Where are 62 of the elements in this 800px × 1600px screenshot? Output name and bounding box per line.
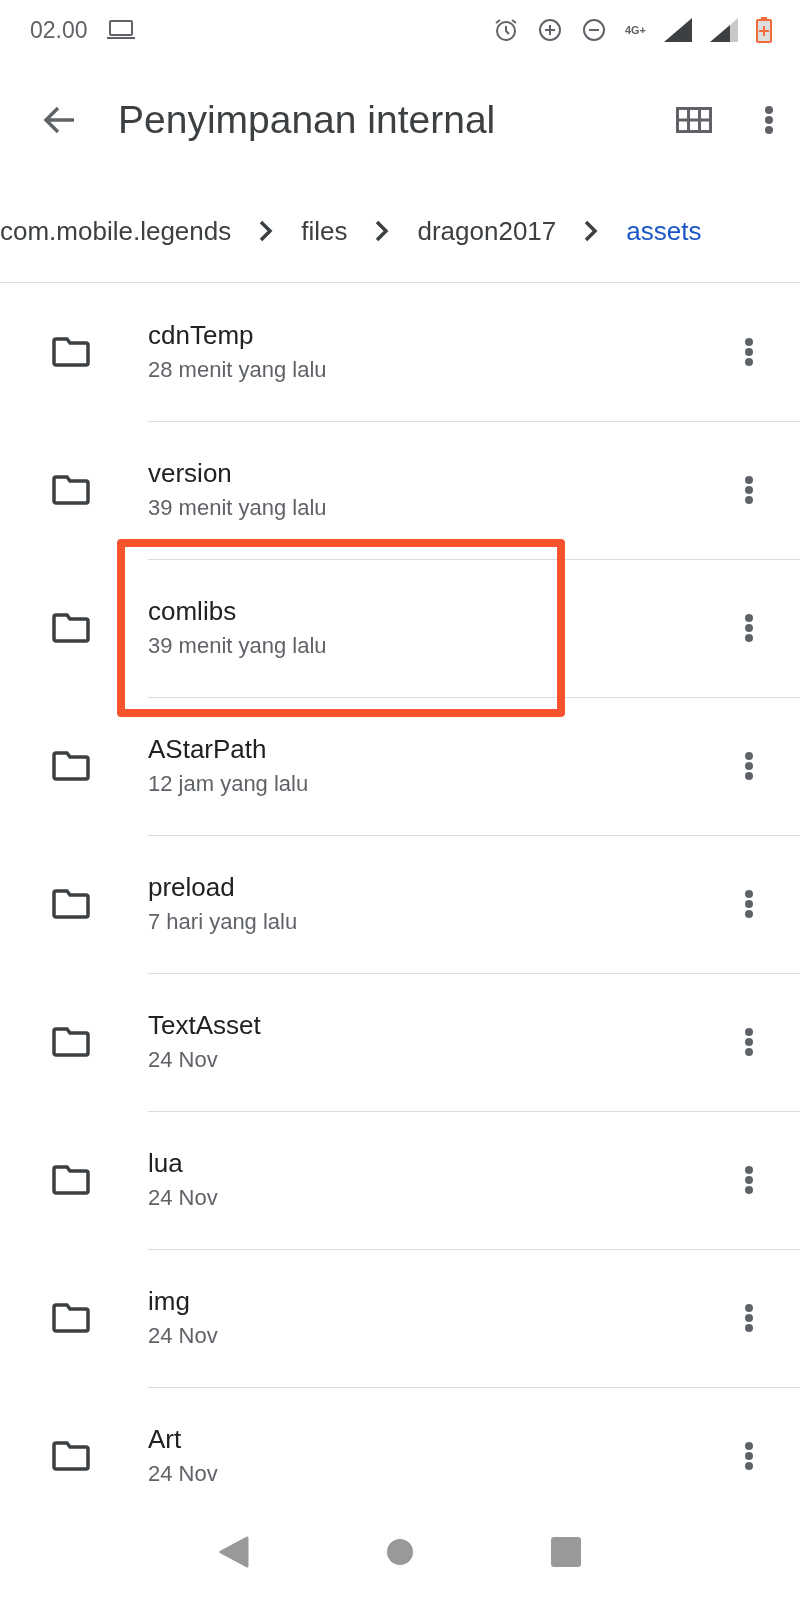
folder-name: AStarPath	[148, 734, 268, 765]
more-icon	[744, 1165, 754, 1195]
more-icon	[744, 1441, 754, 1471]
folder-row[interactable]: Art 24 Nov	[0, 1387, 800, 1504]
status-time: 02.00	[30, 16, 88, 44]
laptop-icon	[105, 19, 136, 41]
folder-name: lua	[148, 1148, 184, 1179]
folder-name: preload	[148, 872, 236, 903]
folder-icon	[52, 475, 90, 505]
more-icon	[744, 613, 754, 643]
more-icon	[744, 475, 754, 505]
folder-name: cdnTemp	[148, 320, 255, 351]
folder-name: img	[148, 1286, 191, 1317]
more-icon	[744, 751, 754, 781]
folder-row[interactable]: lua 24 Nov	[0, 1111, 800, 1249]
more-icon	[744, 337, 754, 367]
folder-row[interactable]: preload 7 hari yang lalu	[0, 835, 800, 973]
folder-icon	[52, 1303, 90, 1333]
folder-row[interactable]: cdnTemp 28 menit yang lalu	[0, 283, 800, 421]
folder-icon	[52, 1165, 90, 1195]
signal-icon	[664, 18, 692, 42]
folder-name: comlibs	[148, 596, 238, 627]
chevron-icon	[584, 220, 599, 242]
folder-modified-time: 24 Nov	[148, 1461, 219, 1487]
more-icon	[744, 1303, 754, 1333]
network-type: 4G+	[624, 24, 646, 36]
chevron-icon	[259, 220, 274, 242]
breadcrumb-item[interactable]: assets	[626, 215, 702, 247]
folder-icon	[52, 1027, 90, 1057]
folder-modified-time: 24 Nov	[148, 1323, 219, 1349]
folder-modified-time: 39 menit yang lalu	[148, 495, 328, 521]
breadcrumb-item[interactable]: com.mobile.legends	[0, 215, 232, 247]
folder-modified-time: 39 menit yang lalu	[148, 633, 328, 659]
folder-row[interactable]: TextAsset 24 Nov	[0, 973, 800, 1111]
folder-icon	[52, 1441, 90, 1471]
folder-modified-time: 7 hari yang lalu	[148, 909, 299, 935]
do-not-disturb-icon	[580, 17, 607, 43]
folder-modified-time: 12 jam yang lalu	[148, 771, 310, 797]
folder-row[interactable]: AStarPath 12 jam yang lalu	[0, 697, 800, 835]
folder-modified-time: 24 Nov	[148, 1185, 219, 1211]
folder-modified-time: 28 menit yang lalu	[148, 357, 328, 383]
more-icon	[764, 105, 774, 135]
folder-name: Art	[148, 1424, 183, 1455]
folder-modified-time: 24 Nov	[148, 1047, 219, 1073]
folder-icon	[52, 751, 90, 781]
folder-row[interactable]: img 24 Nov	[0, 1249, 800, 1387]
battery-charging-icon	[756, 17, 772, 43]
breadcrumb-item[interactable]: files	[301, 215, 348, 247]
more-icon	[744, 1027, 754, 1057]
chevron-icon	[375, 220, 390, 242]
folder-icon	[52, 889, 90, 919]
breadcrumb-item[interactable]: dragon2017	[417, 215, 557, 247]
folder-icon	[52, 613, 90, 643]
data-saver-icon	[536, 17, 563, 43]
folder-icon	[52, 337, 90, 367]
folder-row[interactable]: comlibs 39 menit yang lalu	[0, 559, 800, 697]
folder-row[interactable]: version 39 menit yang lalu	[0, 421, 800, 559]
signal-icon	[710, 18, 738, 42]
folder-name: TextAsset	[148, 1010, 262, 1041]
folder-name: version	[148, 458, 233, 489]
more-icon	[744, 889, 754, 919]
toolbar-title: Penyimpanan internal	[118, 98, 497, 142]
